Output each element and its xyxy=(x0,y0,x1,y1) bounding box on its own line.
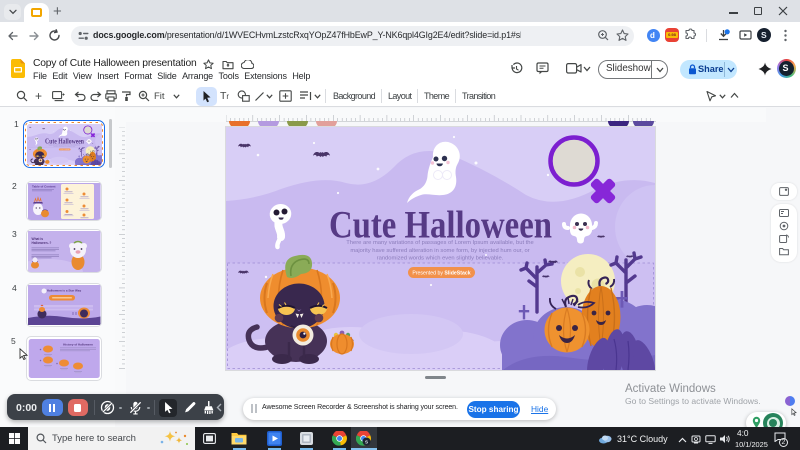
svg-text:History of Halloween: History of Halloween xyxy=(63,343,93,347)
svg-text:Halloween..?: Halloween..? xyxy=(32,241,52,245)
svg-text:Halloween is a Star Way: Halloween is a Star Way xyxy=(47,288,82,292)
svg-text:Table of Content: Table of Content xyxy=(32,184,55,188)
svg-text:What is: What is xyxy=(32,237,44,241)
svg-text:S: S xyxy=(365,439,368,444)
